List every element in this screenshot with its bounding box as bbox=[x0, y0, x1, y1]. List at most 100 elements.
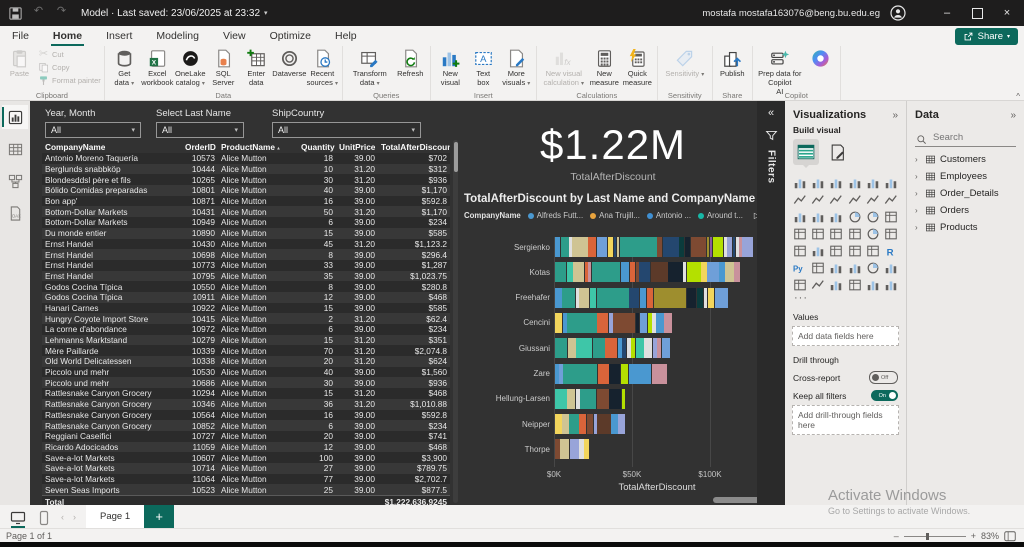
bar-row-giussani[interactable]: Giussani bbox=[464, 338, 757, 359]
visual-100-stacked-column-chart-icon[interactable] bbox=[884, 176, 898, 190]
bar-segment[interactable] bbox=[559, 363, 563, 384]
visual-qa-visual-icon[interactable] bbox=[866, 261, 880, 275]
visual-scorecard-icon[interactable] bbox=[811, 261, 825, 275]
bar-segment[interactable] bbox=[712, 237, 724, 257]
bar-segment[interactable] bbox=[562, 414, 569, 435]
bar-segment[interactable] bbox=[646, 287, 654, 308]
avatar-icon[interactable] bbox=[890, 5, 906, 21]
collapse-data-icon[interactable]: » bbox=[1010, 110, 1016, 121]
bar-segment[interactable] bbox=[650, 262, 668, 283]
bar-segment[interactable] bbox=[575, 287, 579, 308]
bar-segment[interactable] bbox=[593, 414, 597, 435]
table-row[interactable]: Berglunds snabbköp 10444 Alice Mutton 10 31.… bbox=[42, 163, 450, 175]
visual-treemap-icon[interactable] bbox=[884, 210, 898, 224]
bar-segment[interactable] bbox=[596, 237, 608, 257]
visual-metrics-icon[interactable] bbox=[884, 261, 898, 275]
bar-row-neipper[interactable]: Neipper bbox=[464, 414, 757, 435]
bar-segment[interactable] bbox=[696, 287, 704, 308]
signed-in-user[interactable]: mostafa mostafa163076@beng.bu.edu.eg bbox=[702, 8, 880, 19]
ribbon-tab-home[interactable]: Home bbox=[41, 26, 94, 46]
table-row[interactable]: Old World Delicatessen 10338 Alice Mutton 2… bbox=[42, 356, 450, 367]
new-button[interactable]: New measure bbox=[588, 48, 621, 88]
bar-segment[interactable] bbox=[653, 287, 687, 308]
table-row[interactable]: Piccolo und mehr 10686 Alice Mutton 30 39.00… bbox=[42, 377, 450, 389]
transform-button[interactable]: Transform data ▾ bbox=[346, 48, 394, 89]
stacked-bar[interactable] bbox=[555, 262, 741, 283]
column-header-companyname[interactable]: CompanyName bbox=[42, 142, 182, 152]
bar-segment[interactable] bbox=[579, 439, 584, 460]
get-button[interactable]: Get data ▾ bbox=[108, 48, 141, 89]
bar-segment[interactable] bbox=[651, 363, 667, 384]
bar-segment[interactable] bbox=[569, 439, 579, 460]
stacked-bar[interactable] bbox=[555, 338, 670, 359]
bar-segment[interactable] bbox=[609, 363, 621, 384]
column-header-totalafterdiscount[interactable]: TotalAfterDiscount bbox=[378, 142, 450, 152]
visual-multi-row-card-icon[interactable] bbox=[793, 244, 807, 258]
minimize-button[interactable]: – bbox=[932, 0, 962, 26]
bar-segment[interactable] bbox=[597, 312, 609, 333]
stacked-bar[interactable] bbox=[555, 287, 728, 308]
bar-segment[interactable] bbox=[639, 312, 648, 333]
bar-segment[interactable] bbox=[703, 287, 708, 308]
zoom-in-button[interactable]: + bbox=[971, 531, 976, 541]
bar-segment[interactable] bbox=[617, 338, 622, 359]
bar-row-kotas[interactable]: Kotas bbox=[464, 262, 757, 283]
dataverse-button[interactable]: Dataverse bbox=[272, 48, 306, 79]
bar-segment[interactable] bbox=[607, 237, 614, 257]
table-row[interactable]: Mère Paillarde 10339 Alice Mutton 70 31.20 $2… bbox=[42, 345, 450, 357]
bar-segment[interactable] bbox=[562, 312, 567, 333]
expand-chevron-icon[interactable]: › bbox=[915, 206, 921, 215]
table-row[interactable]: Bottom-Dollar Markets 10431 Alice Mutton 50… bbox=[42, 206, 450, 218]
table-row[interactable]: Lehmanns Marktstand 10279 Alice Mutton 15 31… bbox=[42, 334, 450, 346]
keep-all-filters-toggle[interactable]: On bbox=[871, 390, 898, 401]
visual-funnel-chart-icon[interactable] bbox=[811, 210, 825, 224]
dax-query-view-button[interactable]: DAX bbox=[2, 201, 28, 225]
bar-segment[interactable] bbox=[639, 262, 651, 283]
zoom-slider[interactable] bbox=[903, 532, 966, 540]
slicer-dropdown[interactable]: All ▾ bbox=[45, 122, 141, 138]
bar-segment[interactable] bbox=[622, 338, 627, 359]
bar-segment[interactable] bbox=[613, 312, 636, 333]
stacked-bar[interactable] bbox=[555, 388, 626, 409]
visual-matrix-icon[interactable] bbox=[866, 244, 880, 258]
card-visual[interactable]: $1.22M TotalAfterDiscount bbox=[468, 121, 757, 183]
bar-segment[interactable] bbox=[611, 414, 618, 435]
excel-button[interactable]: X Excel workbook bbox=[141, 48, 174, 88]
bar-segment[interactable] bbox=[707, 262, 719, 283]
bar-segment[interactable] bbox=[662, 237, 679, 257]
bar-segment[interactable] bbox=[619, 237, 657, 257]
visual-area-chart-icon[interactable] bbox=[811, 193, 825, 207]
bar-segment[interactable] bbox=[567, 312, 597, 333]
text-button[interactable]: A Text box bbox=[467, 48, 500, 88]
visual-python-visual-icon[interactable]: Py bbox=[793, 261, 807, 275]
data-search-box[interactable] bbox=[915, 129, 1016, 147]
visual-shape-map-icon[interactable] bbox=[848, 227, 862, 241]
table-row[interactable]: Rattlesnake Canyon Grocery 10294 Alice Mut… bbox=[42, 388, 450, 399]
bar-segment[interactable] bbox=[701, 262, 707, 283]
bar-segment[interactable] bbox=[686, 287, 697, 308]
zoom-slider-thumb[interactable] bbox=[925, 532, 929, 540]
visual-kpi-icon[interactable] bbox=[811, 244, 825, 258]
visual-stacked-area-chart-icon[interactable] bbox=[829, 193, 843, 207]
ribbon-tab-help[interactable]: Help bbox=[323, 26, 369, 46]
bar-segment[interactable] bbox=[555, 237, 561, 257]
save-icon[interactable] bbox=[8, 6, 23, 21]
data-table-order_details[interactable]: › Order_Details bbox=[907, 185, 1024, 202]
ribbon-tab-file[interactable]: File bbox=[0, 26, 41, 46]
sql-button[interactable]: SQL Server bbox=[207, 48, 240, 88]
bar-segment[interactable] bbox=[555, 439, 560, 460]
visual-ribbon-chart-icon[interactable] bbox=[884, 193, 898, 207]
visual-stacked-column-chart-icon[interactable] bbox=[811, 176, 825, 190]
visual-line-and-clustered-column-chart-icon[interactable] bbox=[866, 193, 880, 207]
bar-segment[interactable] bbox=[656, 312, 664, 333]
enter-button[interactable]: Enter data bbox=[240, 48, 273, 88]
onelake-button[interactable]: OneLake catalog ▾ bbox=[174, 48, 207, 89]
table-row[interactable]: Save-a-lot Markets 10607 Alice Mutton 100 39… bbox=[42, 452, 450, 463]
visual-arcgis-map-icon[interactable] bbox=[848, 278, 862, 292]
stacked-bar[interactable] bbox=[555, 312, 672, 333]
bar-segment[interactable] bbox=[589, 287, 596, 308]
visual-table-icon[interactable] bbox=[848, 244, 862, 258]
bar-segment[interactable] bbox=[591, 262, 620, 283]
mobile-layout-icon[interactable] bbox=[36, 510, 52, 525]
table-row[interactable]: Piccolo und mehr 10530 Alice Mutton 40 39.00… bbox=[42, 366, 450, 378]
